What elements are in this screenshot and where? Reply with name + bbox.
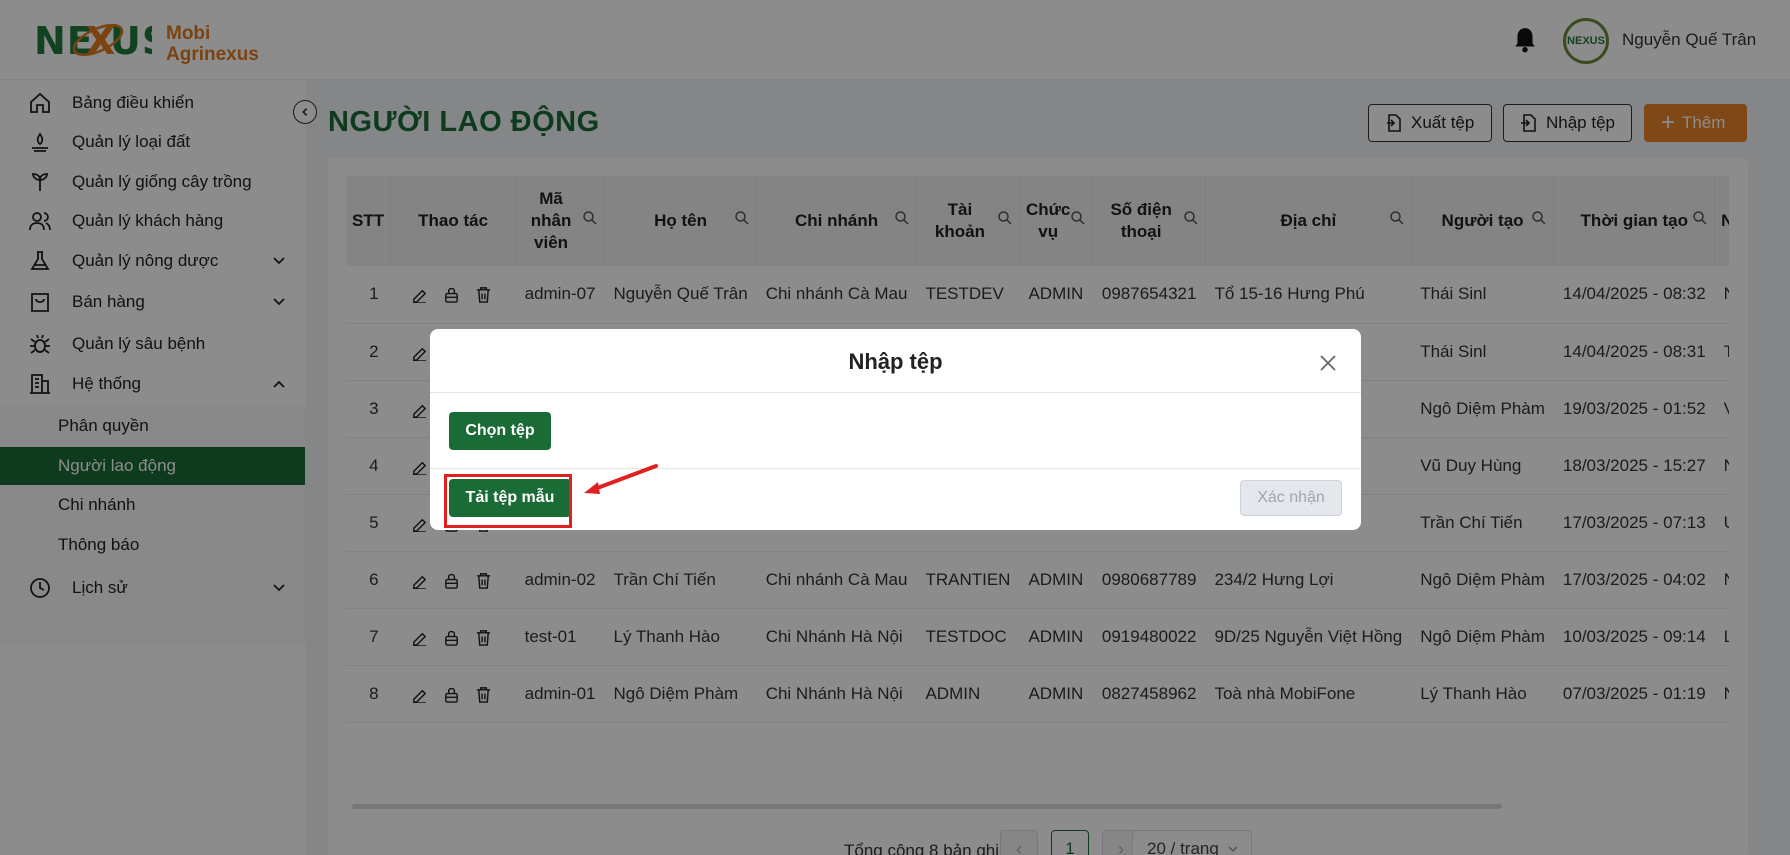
- choose-file-button[interactable]: Chọn tệp: [449, 412, 551, 450]
- import-file-modal: Nhập tệp Chọn tệp Tải tệp mẫu Xác nhận: [430, 329, 1361, 530]
- modal-title: Nhập tệp: [848, 349, 943, 374]
- close-icon[interactable]: [1318, 353, 1338, 373]
- highlight-box: [444, 474, 572, 528]
- confirm-button[interactable]: Xác nhận: [1240, 480, 1342, 516]
- annotation-arrow-icon: [584, 464, 658, 494]
- divider: [430, 392, 1361, 393]
- divider: [430, 468, 1361, 469]
